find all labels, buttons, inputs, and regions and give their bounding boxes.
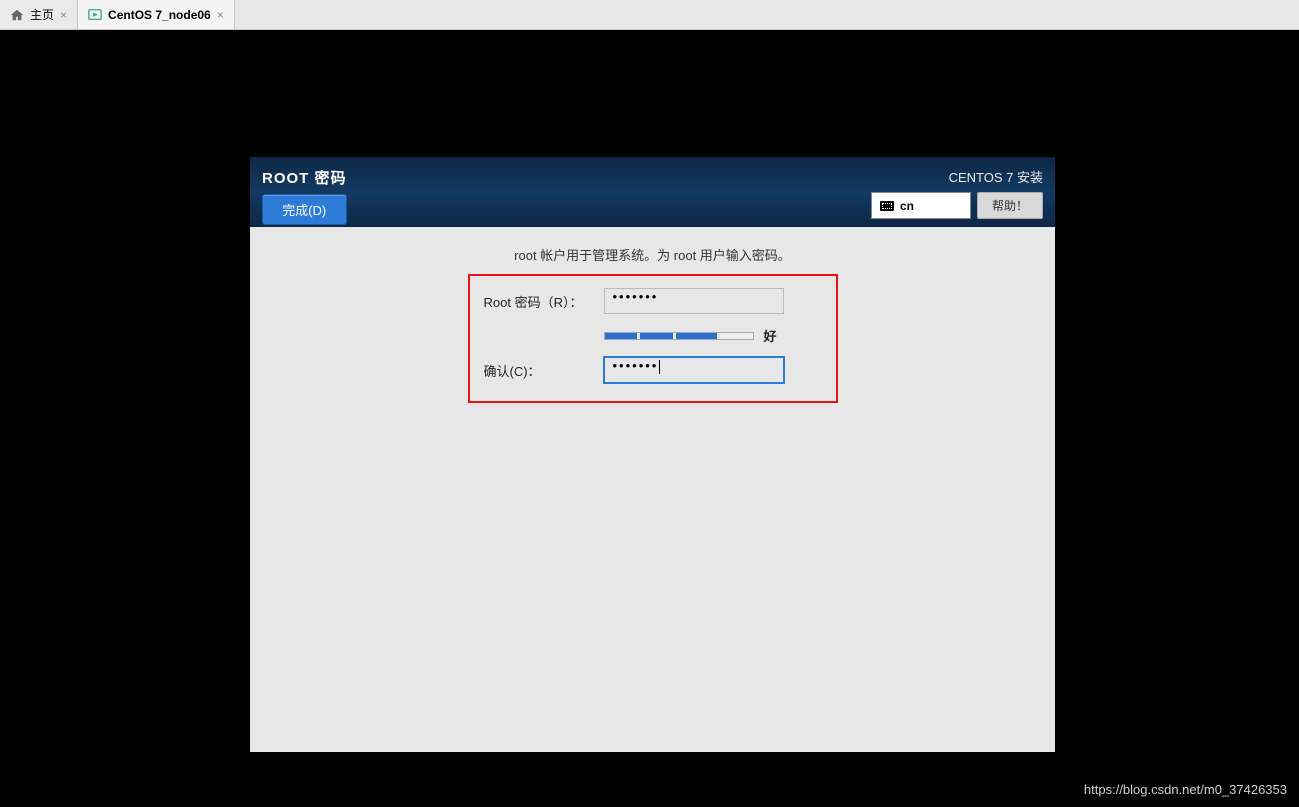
page-title: ROOT 密码 — [262, 167, 347, 188]
home-icon — [10, 8, 24, 22]
installer-header: ROOT 密码 完成(D) CENTOS 7 安装 cn 帮助！ — [250, 157, 1055, 227]
keyboard-layout-selector[interactable]: cn — [871, 192, 971, 219]
password-form-highlight: Root 密码（R）： ••••••• 好 确认(C)： — [468, 274, 838, 403]
root-password-input[interactable]: ••••••• — [604, 288, 784, 314]
tab-strip: 主页 × CentOS 7_node06 × — [0, 0, 1299, 30]
watermark-text: https://blog.csdn.net/m0_37426353 — [1084, 782, 1287, 797]
password-value: ••••••• — [613, 289, 659, 304]
password-row: Root 密码（R）： ••••••• — [484, 288, 822, 314]
installer-window: ROOT 密码 完成(D) CENTOS 7 安装 cn 帮助！ root 帐户… — [250, 157, 1055, 752]
keyboard-layout-value: cn — [900, 199, 914, 213]
confirm-label: 确认(C)： — [484, 361, 604, 380]
close-icon[interactable]: × — [217, 8, 224, 22]
strength-row: 好 — [484, 326, 822, 345]
meter-segment — [676, 333, 717, 339]
close-icon[interactable]: × — [60, 8, 67, 22]
header-right: CENTOS 7 安装 cn 帮助！ — [871, 167, 1043, 219]
password-strength-meter — [604, 332, 754, 340]
tab-home[interactable]: 主页 × — [0, 0, 78, 29]
confirm-password-input[interactable]: ••••••• — [604, 357, 784, 383]
product-label: CENTOS 7 安装 — [949, 167, 1043, 186]
tab-home-label: 主页 — [30, 6, 54, 23]
description-text: root 帐户用于管理系统。为 root 用户输入密码。 — [250, 245, 1055, 264]
vm-viewport: ROOT 密码 完成(D) CENTOS 7 安装 cn 帮助！ root 帐户… — [0, 30, 1299, 807]
keyboard-icon — [880, 201, 894, 211]
header-left: ROOT 密码 完成(D) — [262, 167, 347, 225]
meter-segment — [605, 333, 638, 339]
confirm-row: 确认(C)： ••••••• — [484, 357, 822, 383]
help-button[interactable]: 帮助！ — [977, 192, 1043, 219]
confirm-value: ••••••• — [613, 358, 659, 373]
installer-body: root 帐户用于管理系统。为 root 用户输入密码。 Root 密码（R）：… — [250, 227, 1055, 403]
tab-vm-label: CentOS 7_node06 — [108, 8, 211, 22]
text-caret — [659, 360, 660, 374]
meter-segment — [640, 333, 673, 339]
header-controls: cn 帮助！ — [871, 192, 1043, 219]
password-label: Root 密码（R）： — [484, 292, 604, 311]
done-button[interactable]: 完成(D) — [262, 194, 347, 225]
tab-vm[interactable]: CentOS 7_node06 × — [78, 0, 235, 29]
password-strength-label: 好 — [764, 326, 777, 345]
vm-icon — [88, 8, 102, 22]
